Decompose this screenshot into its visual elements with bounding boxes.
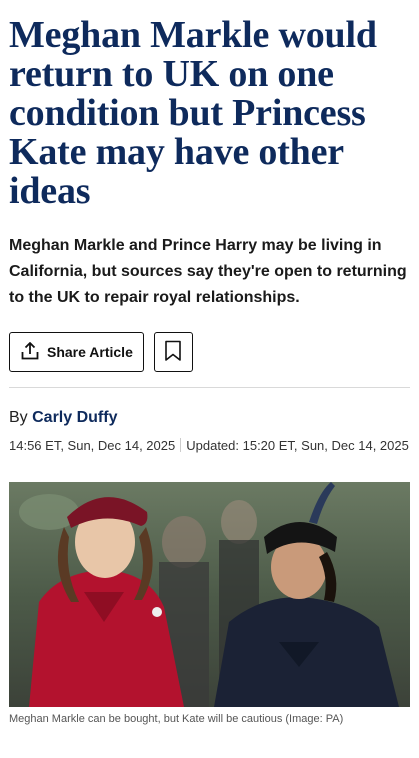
date-separator [180, 438, 182, 452]
published-time: 14:56 ET, Sun, Dec 14, 2025 [9, 438, 176, 453]
byline: By Carly Duffy [9, 409, 410, 427]
divider [9, 387, 410, 388]
author-link[interactable]: Carly Duffy [32, 409, 117, 426]
bookmark-icon [164, 340, 182, 365]
headline: Meghan Markle would return to UK on one … [9, 14, 377, 212]
share-upload-icon [20, 341, 40, 364]
image-caption: Meghan Markle can be bought, but Kate wi… [9, 713, 344, 725]
updated-time: Updated: 15:20 ET, Sun, Dec 14, 2025 [186, 438, 409, 453]
article-actions: Share Article [9, 332, 410, 372]
share-article-label: Share Article [47, 344, 133, 360]
article-dates: 14:56 ET, Sun, Dec 14, 2025 Updated: 15:2… [9, 436, 410, 455]
byline-prefix: By [9, 409, 28, 426]
share-article-button[interactable]: Share Article [9, 332, 144, 372]
article-image [9, 482, 410, 707]
standfirst: Meghan Markle and Prince Harry may be li… [9, 237, 407, 306]
article-photo-illustration [9, 482, 410, 707]
bookmark-button[interactable] [153, 332, 193, 372]
article: Meghan Markle would return to UK on one … [0, 16, 419, 725]
